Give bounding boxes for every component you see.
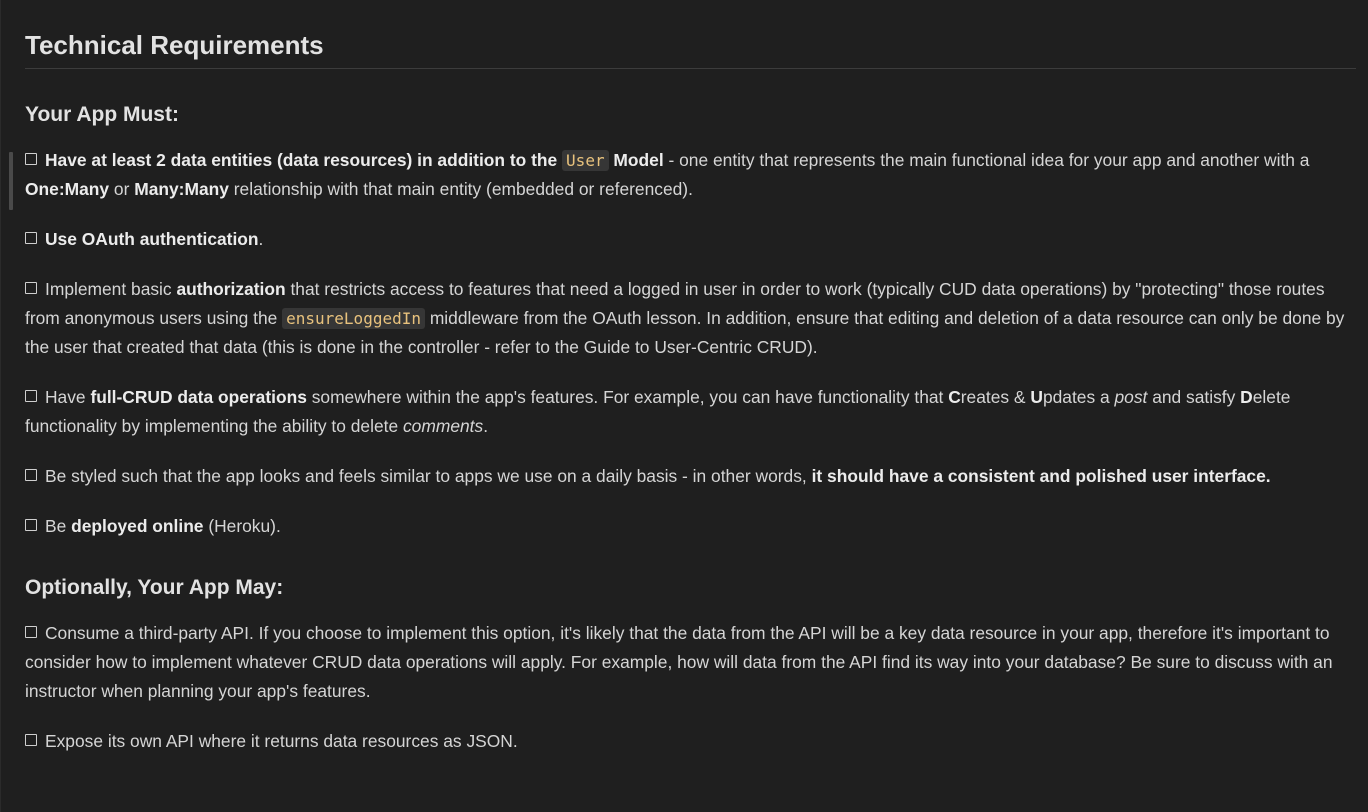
checkbox-icon[interactable] [25,153,37,165]
checkbox-icon[interactable] [25,232,37,244]
checkbox-icon[interactable] [25,282,37,294]
requirement-deployed: Be deployed online (Heroku). [25,512,1356,541]
requirement-full-crud: Have full-CRUD data operations somewhere… [25,387,1291,436]
checkbox-icon[interactable] [25,390,37,402]
requirement-data-entities: Have at least 2 data entities (data reso… [25,150,1310,199]
section-heading-must: Your App Must: [25,103,179,126]
optional-expose-api: Expose its own API where it returns data… [25,727,1356,756]
section-heading-may: Optionally, Your App May: [25,576,284,599]
requirement-authorization: Implement basic authorization that restr… [25,279,1345,357]
document-page: Technical Requirements Your App Must: Ha… [0,0,1368,812]
checkbox-icon[interactable] [25,734,37,746]
optional-third-party-api: Consume a third-party API. If you choose… [25,623,1333,701]
requirement-oauth: Use OAuth authentication. [25,225,1356,254]
window-edge [0,0,1,812]
code-user: User [562,150,609,171]
blockquote-bar [9,152,13,210]
page-title: Technical Requirements [25,26,1356,69]
checkbox-icon[interactable] [25,626,37,638]
code-ensure-logged-in: ensureLoggedIn [282,308,425,329]
requirement-styling: Be styled such that the app looks and fe… [25,462,1356,491]
checkbox-icon[interactable] [25,519,37,531]
checkbox-icon[interactable] [25,469,37,481]
